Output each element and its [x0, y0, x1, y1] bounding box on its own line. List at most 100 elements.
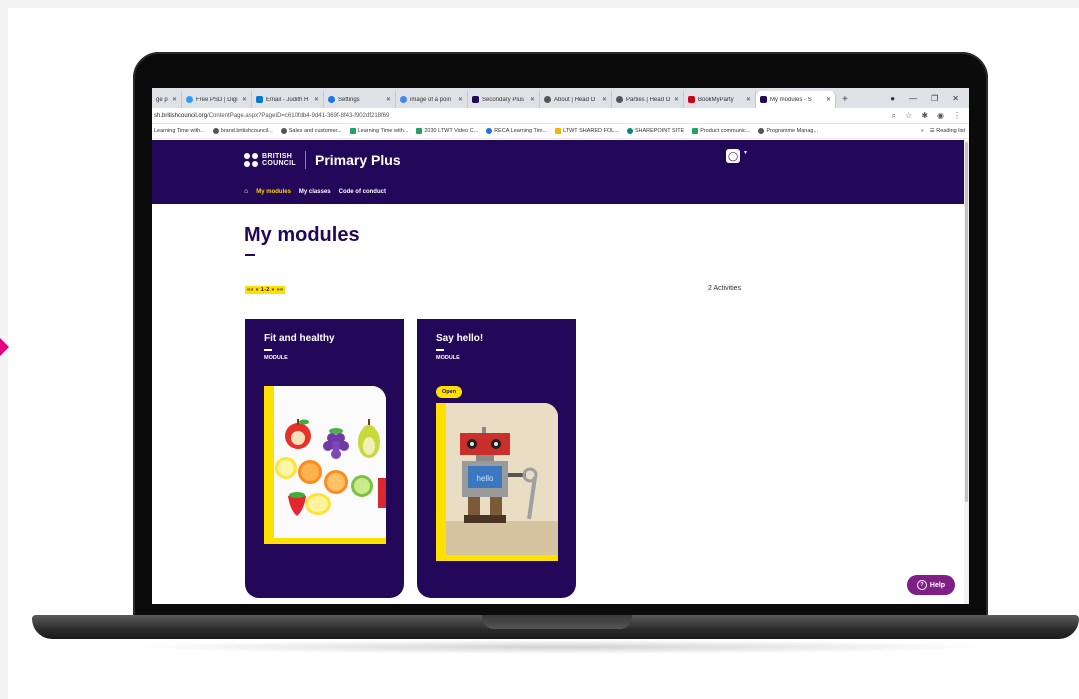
drive-icon	[555, 128, 562, 134]
fruit-image	[274, 386, 386, 538]
browser-tab[interactable]: BookMyParty ✕	[684, 91, 756, 108]
close-tab-icon[interactable]: ✕	[314, 96, 319, 103]
new-tab-button[interactable]: +	[836, 91, 854, 108]
site-header: BRITISH COUNCIL Primary Plus ◯ ▼ ⌂ My mod…	[152, 140, 964, 204]
bookmark-item[interactable]: Learning Time with...	[154, 128, 205, 134]
extensions-icon[interactable]: ✱	[921, 111, 928, 121]
menu-kebab-icon[interactable]: ⋮	[953, 111, 961, 121]
settings-gear-icon	[328, 96, 335, 103]
laptop-shadow	[120, 640, 1000, 654]
scrollbar-thumb[interactable]	[965, 142, 968, 502]
card-title: Fit and healthy	[264, 333, 335, 344]
card-image-frame	[264, 386, 386, 544]
card-image-frame: hello	[436, 403, 558, 561]
globe-icon	[758, 128, 765, 134]
reading-list-button[interactable]: ☰ Reading list	[930, 128, 965, 134]
british-council-icon	[472, 96, 479, 103]
svg-text:hello: hello	[477, 474, 494, 483]
pointer-arrow-icon	[0, 338, 9, 356]
close-tab-icon[interactable]: ✕	[242, 96, 247, 103]
minimize-icon[interactable]: —	[909, 94, 917, 103]
nav-item-my-classes[interactable]: My classes	[299, 189, 331, 195]
module-card-say-hello[interactable]: Say hello! MODULE Open hello	[417, 319, 576, 598]
nav-item-my-modules[interactable]: My modules	[256, 189, 291, 195]
bookmark-item[interactable]: SHAREPOINT SITE	[626, 128, 684, 134]
globe-icon	[212, 128, 219, 134]
bookmarks-bar: Learning Time with... brand.britishcounc…	[152, 124, 969, 139]
browser-tab[interactable]: Secondary Plus ✕	[468, 91, 540, 108]
browser-tab-active[interactable]: My modules - S ✕	[756, 91, 836, 108]
url-text[interactable]: sh.britishcouncil.org/ContentPage.aspx?P…	[152, 113, 389, 119]
browser-tab[interactable]: ge p ✕	[152, 91, 182, 108]
bookmark-item[interactable]: Programme Manag...	[758, 128, 818, 134]
sharepoint-icon	[626, 128, 633, 134]
bookmark-item[interactable]: Sales and customer...	[280, 128, 342, 134]
bookmyparty-icon	[688, 96, 695, 103]
tab-favicon-icon	[186, 96, 193, 103]
card-title: Say hello!	[436, 333, 484, 344]
british-council-icon	[760, 96, 767, 103]
close-tab-icon[interactable]: ✕	[746, 96, 751, 103]
bookmark-item[interactable]: Learning Time with...	[349, 128, 408, 134]
laptop-screen: ge p ✕ Free PSD | Digi ✕ Email - Judith H ✕…	[152, 88, 969, 604]
browser-tab[interactable]: About | Head O ✕	[540, 91, 612, 108]
laptop-notch	[482, 615, 632, 629]
google-icon	[400, 96, 407, 103]
bookmark-item[interactable]: Product communic...	[692, 128, 750, 134]
module-card-fit-and-healthy[interactable]: Fit and healthy MODULE	[245, 319, 404, 598]
zoom-icon[interactable]: ⌕	[892, 111, 896, 121]
pagination[interactable]: «« « 1-2 » »»	[245, 286, 286, 294]
page-title: My modules	[244, 224, 360, 246]
home-icon[interactable]: ⌂	[244, 188, 248, 195]
user-account-icon[interactable]: ◯	[726, 149, 740, 163]
sheets-icon	[416, 128, 423, 134]
robot-image: hello	[446, 403, 558, 555]
browser-tab-bar: ge p ✕ Free PSD | Digi ✕ Email - Judith H ✕…	[152, 88, 969, 108]
bookmark-item[interactable]: LTWT SHARED FOL...	[555, 128, 619, 134]
sheets-icon	[349, 128, 356, 134]
card-subtitle: MODULE	[264, 355, 288, 361]
close-tab-icon[interactable]: ✕	[674, 96, 679, 103]
browser-tab[interactable]: Settings ✕	[324, 91, 396, 108]
status-badge: Open	[436, 386, 463, 398]
browser-tab[interactable]: Free PSD | Digi ✕	[182, 91, 252, 108]
close-tab-icon[interactable]: ✕	[172, 96, 177, 103]
bookmark-item[interactable]: brand.britishcouncil...	[212, 128, 273, 134]
bookmark-item[interactable]: RECA Learning Tim...	[486, 128, 547, 134]
bookmark-item[interactable]: 2030 LTWT Video C...	[416, 128, 478, 134]
main-nav: ⌂ My modules My classes Code of conduct	[244, 188, 386, 195]
browser-tab[interactable]: Email - Judith H ✕	[252, 91, 324, 108]
title-underline	[245, 254, 255, 256]
product-name: Primary Plus	[315, 152, 401, 168]
close-tab-icon[interactable]: ✕	[602, 96, 607, 103]
logo-dots-icon	[244, 153, 258, 167]
close-tab-icon[interactable]: ✕	[826, 96, 831, 103]
close-tab-icon[interactable]: ✕	[530, 96, 535, 103]
reading-list-icon: ☰	[929, 128, 935, 134]
sheets-icon	[692, 128, 699, 134]
site-favicon-icon	[616, 96, 623, 103]
close-tab-icon[interactable]: ✕	[458, 96, 463, 103]
outlook-icon	[256, 96, 263, 103]
restore-icon[interactable]: ❐	[931, 94, 938, 103]
close-tab-icon[interactable]: ✕	[386, 96, 391, 103]
question-icon: ?	[916, 580, 927, 590]
avatar[interactable]: ◉	[937, 111, 944, 121]
globe-icon	[280, 128, 287, 134]
site-favicon-icon	[544, 96, 551, 103]
nav-item-code-of-conduct[interactable]: Code of conduct	[339, 189, 386, 195]
browser-tab[interactable]: Parties | Head O ✕	[612, 91, 684, 108]
share-icon	[486, 128, 493, 134]
chevron-down-icon[interactable]: ▼	[743, 150, 748, 156]
page-scrollbar[interactable]	[964, 140, 969, 604]
activities-count: 2 Activities	[708, 285, 742, 292]
help-button[interactable]: ? Help	[907, 575, 955, 595]
british-council-logo[interactable]: BRITISH COUNCIL Primary Plus	[244, 151, 401, 169]
bookmarks-overflow-button[interactable]: »	[921, 128, 924, 134]
card-subtitle: MODULE	[436, 355, 460, 361]
profile-icon[interactable]: ●	[890, 94, 895, 103]
bookmark-star-icon[interactable]: ☆	[905, 111, 912, 121]
browser-tab[interactable]: image of a poin ✕	[396, 91, 468, 108]
address-bar[interactable]: sh.britishcouncil.org/ContentPage.aspx?P…	[152, 108, 969, 124]
close-window-icon[interactable]: ✕	[952, 94, 959, 103]
